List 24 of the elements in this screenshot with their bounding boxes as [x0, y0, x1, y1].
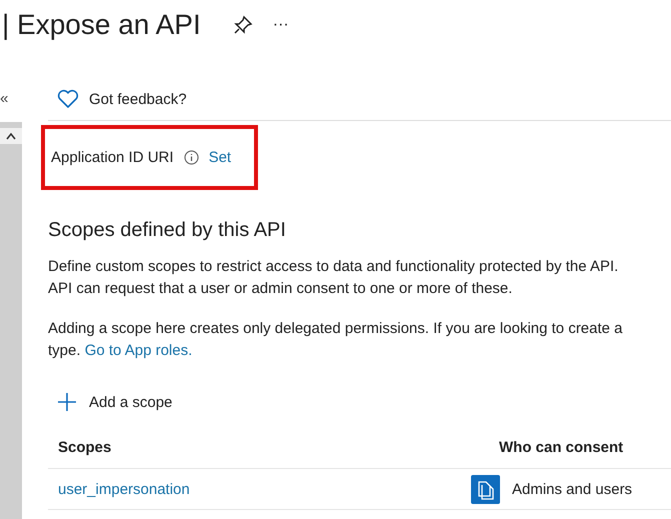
plus-icon[interactable]	[57, 392, 77, 412]
heart-icon[interactable]	[57, 89, 79, 109]
page-title: | Expose an API	[2, 9, 201, 41]
scope-link[interactable]: user_impersonation	[58, 480, 190, 498]
description-text: type.	[48, 342, 81, 359]
scroll-up-icon[interactable]	[0, 128, 22, 144]
field-label: Application ID URI	[51, 149, 174, 166]
pin-icon[interactable]	[232, 15, 253, 35]
table-cell: Admins and users	[512, 480, 632, 498]
collapse-button[interactable]: «	[0, 86, 23, 112]
copy-icon[interactable]	[471, 474, 500, 504]
column-header: Scopes	[57, 438, 112, 456]
set-link[interactable]: Set	[208, 149, 232, 166]
description-text: Adding a scope here creates only delegated permissions. If you are looking to create a	[48, 319, 624, 339]
info-icon[interactable]	[184, 150, 199, 165]
add-scope-button[interactable]: Add a scope	[57, 392, 172, 412]
column-header: Who can consent	[498, 438, 624, 456]
scrollbar[interactable]	[0, 122, 22, 519]
more-options-button[interactable]: ···	[272, 16, 289, 34]
section-heading: Scopes defined by this API	[48, 219, 287, 242]
feedback-button[interactable]: Got feedback?	[89, 90, 187, 108]
app-roles-link[interactable]: Go to App roles.	[84, 342, 192, 359]
description-text: API can request that a user or admin consent to one or more of these.	[48, 279, 514, 299]
description-text: Define custom scopes to restrict access to data and functionality protected by the API.	[48, 257, 620, 277]
